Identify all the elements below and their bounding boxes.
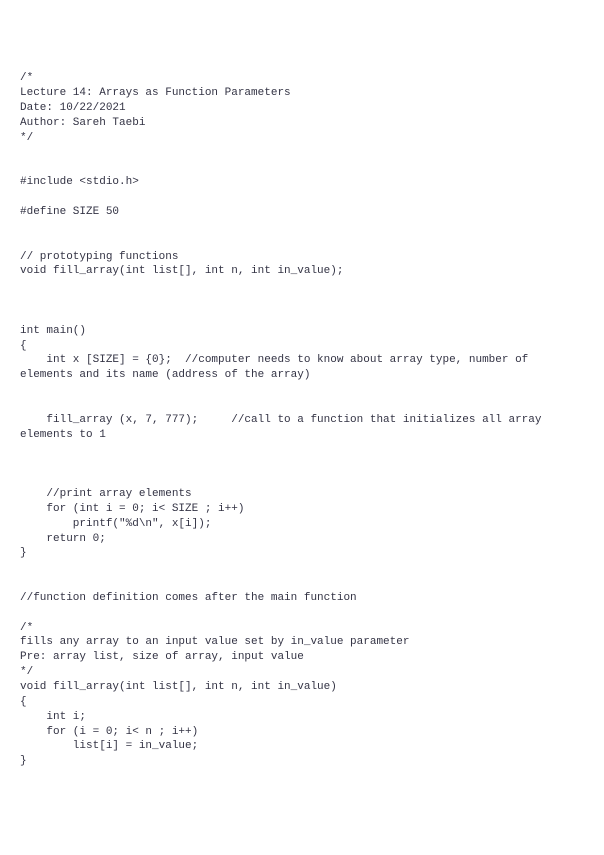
code-block: /* Lecture 14: Arrays as Function Parame… bbox=[20, 71, 584, 769]
